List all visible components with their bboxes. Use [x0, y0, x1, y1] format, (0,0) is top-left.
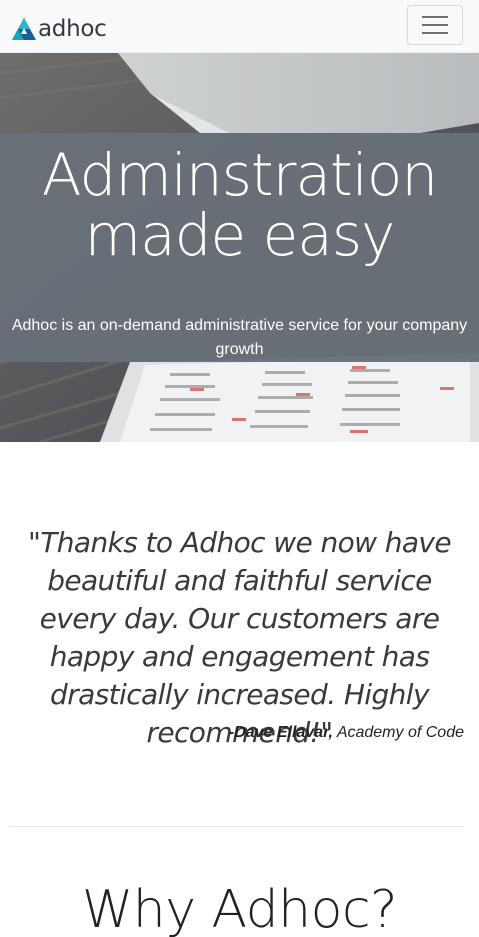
navbar: adhoc	[0, 0, 479, 53]
section-divider	[10, 826, 464, 827]
hamburger-menu-icon	[422, 16, 448, 34]
hero-title: Adminstration made easy	[0, 145, 479, 265]
testimonial-author-name: -Dave Ellavar,	[228, 724, 333, 741]
navbar-toggler-button[interactable]	[407, 5, 463, 45]
adhoc-logo-icon	[12, 18, 36, 40]
hero-subtitle: Adhoc is an on-demand administrative ser…	[11, 317, 468, 358]
hero-title-line-2: made easy	[84, 201, 396, 269]
brand-name: adhoc	[38, 15, 107, 42]
hero-section: Adminstration made easy Adhoc is an on-d…	[0, 53, 479, 442]
hero-title-line-1: Adminstration	[41, 141, 438, 209]
why-adhoc-heading: Why Adhoc?	[81, 880, 398, 937]
testimonial-quote: "Thanks to Adhoc we now have beautiful a…	[27, 526, 452, 749]
brand-link[interactable]: adhoc	[11, 14, 107, 44]
testimonial-author-company: Academy of Code	[336, 724, 464, 741]
testimonial-author: -Dave Ellavar, Academy of Code	[229, 724, 464, 742]
